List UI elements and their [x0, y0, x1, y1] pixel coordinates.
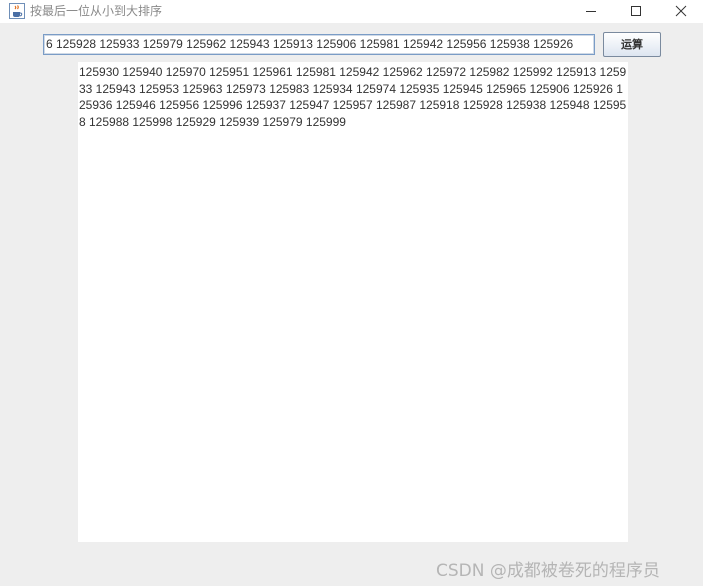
minimize-icon: [586, 11, 596, 12]
result-textarea[interactable]: 125930 125940 125970 125951 125961 12598…: [78, 62, 628, 542]
run-button[interactable]: 运算: [603, 32, 661, 57]
numbers-input-value: 6 125928 125933 125979 125962 125943 125…: [46, 37, 574, 51]
watermark: CSDN @成都被卷死的程序员: [436, 561, 660, 581]
numbers-input[interactable]: 6 125928 125933 125979 125962 125943 125…: [43, 34, 595, 55]
minimize-button[interactable]: [569, 0, 613, 22]
java-cup-icon: [9, 3, 25, 19]
window-title: 按最后一位从小到大排序: [30, 4, 163, 18]
maximize-icon: [631, 6, 641, 16]
close-icon: [675, 5, 687, 17]
close-button[interactable]: [659, 0, 703, 22]
title-bar: 按最后一位从小到大排序: [0, 0, 703, 23]
maximize-button[interactable]: [614, 0, 658, 22]
